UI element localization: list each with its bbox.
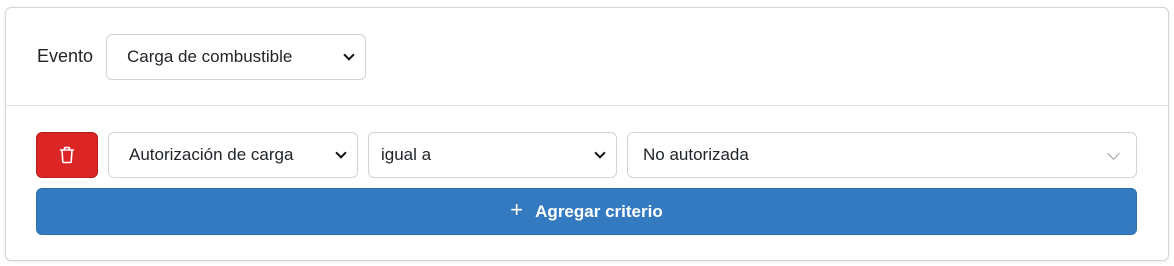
criterion-operator-select[interactable]: igual a: [368, 132, 617, 178]
chevron-down-icon: [335, 147, 347, 159]
add-criterion-button[interactable]: + Agregar criterio: [36, 188, 1137, 235]
delete-criterion-button[interactable]: [36, 132, 98, 178]
criterion-value-select[interactable]: No autorizada: [627, 132, 1137, 178]
evento-select-value: Carga de combustible: [127, 47, 293, 66]
event-header: Evento Carga de combustible: [6, 8, 1168, 106]
add-criterion-label: Agregar criterio: [535, 201, 663, 221]
evento-label: Evento: [37, 46, 94, 66]
plus-icon: +: [510, 197, 524, 222]
criterion-field-value: Autorización de carga: [129, 145, 294, 164]
trash-icon: [59, 146, 75, 164]
filter-card: Evento Carga de combustible Autorización…: [5, 7, 1169, 261]
chevron-down-icon: [1107, 147, 1120, 160]
chevron-down-icon: [343, 49, 355, 61]
evento-select[interactable]: Carga de combustible: [106, 34, 366, 80]
criterion-value-text: No autorizada: [643, 145, 749, 164]
criterion-operator-value: igual a: [381, 145, 432, 164]
chevron-down-icon: [594, 147, 606, 159]
criterion-field-select[interactable]: Autorización de carga: [108, 132, 358, 178]
